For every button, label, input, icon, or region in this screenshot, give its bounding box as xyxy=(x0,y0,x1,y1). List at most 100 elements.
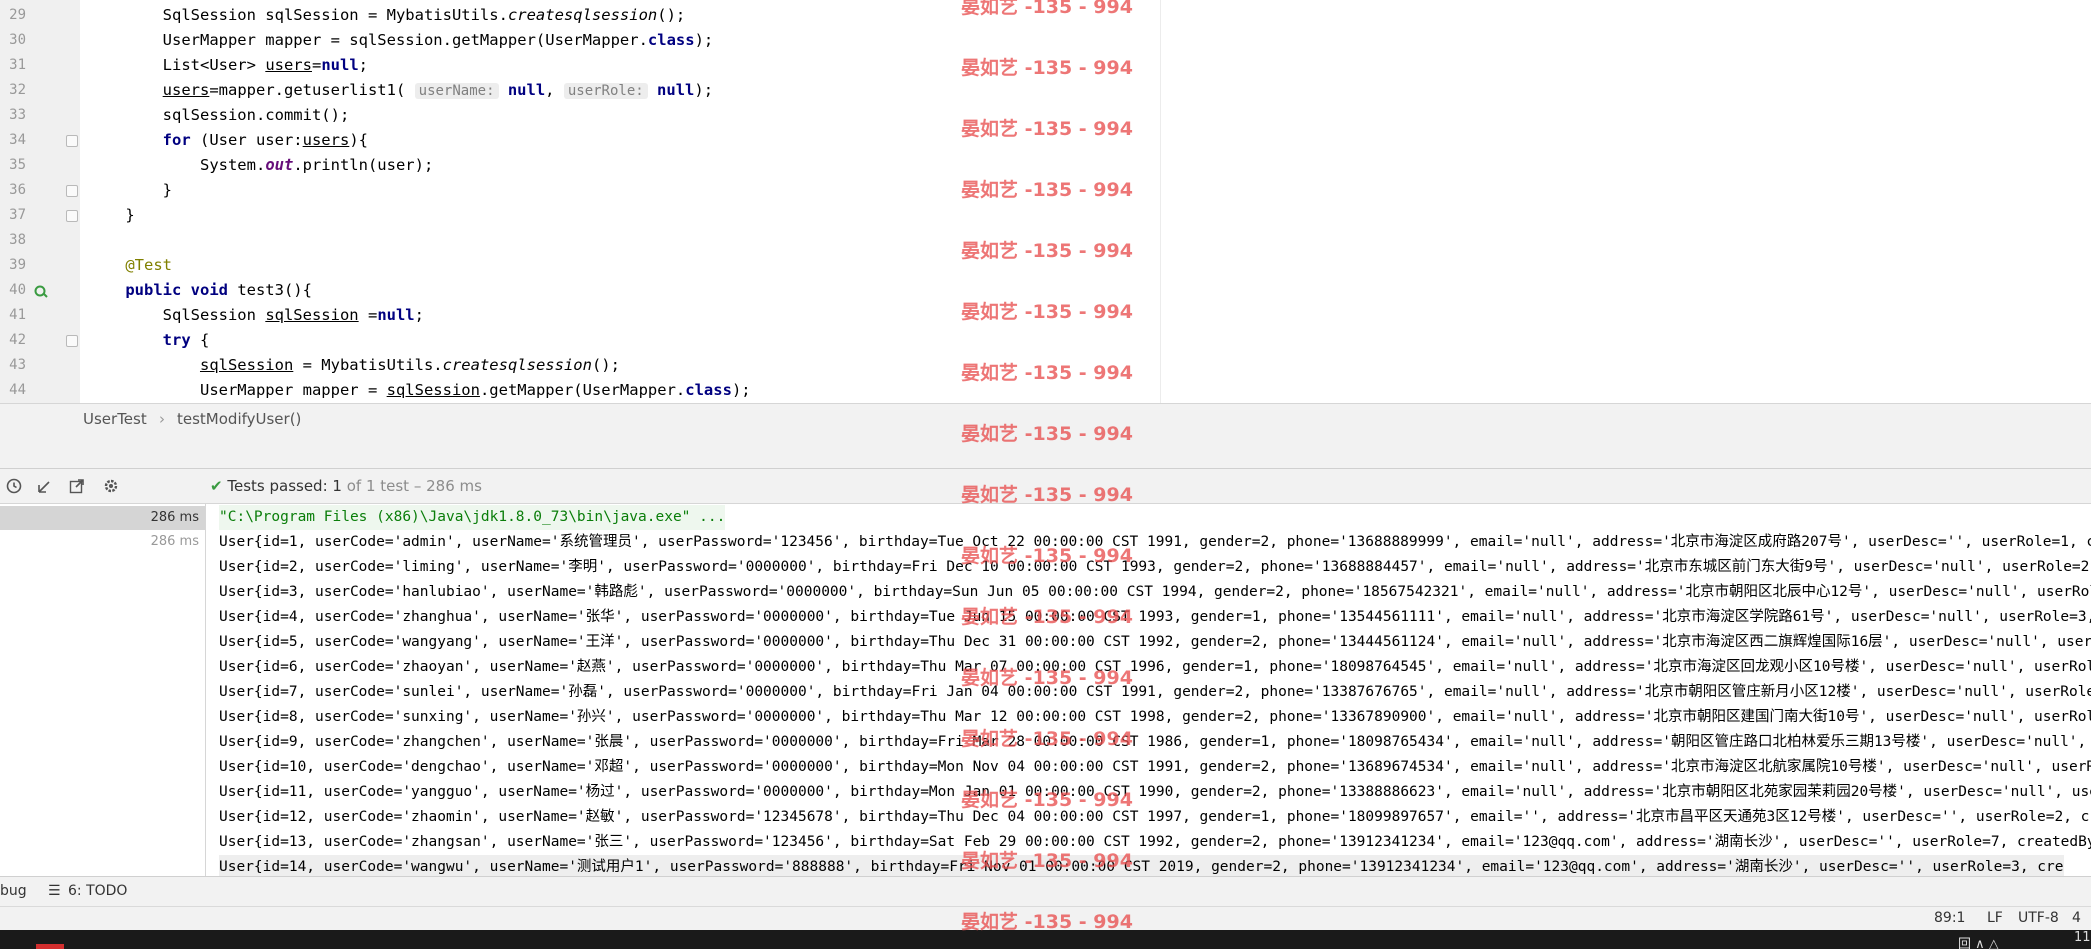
tray-icons[interactable]: 回 ∧ △ xyxy=(1958,933,1999,952)
run-test-icon[interactable] xyxy=(34,283,48,298)
test-tree-root[interactable]: 286 ms xyxy=(0,506,205,530)
fold-marker-icon[interactable] xyxy=(66,135,78,147)
check-icon: ✔ xyxy=(210,477,223,495)
export-icon[interactable] xyxy=(68,477,86,495)
console-output-line: User{id=11, userCode='yangguo', userName… xyxy=(219,784,2091,800)
line-number: 33 xyxy=(9,107,26,123)
code-line[interactable]: List<User> users=null; xyxy=(88,53,368,78)
line-number: 34 xyxy=(9,132,26,148)
code-token: createsqlsession xyxy=(507,6,658,24)
code-token: null xyxy=(377,306,415,324)
console-output-line: User{id=7, userCode='sunlei', userName='… xyxy=(219,684,2091,700)
console-output-line: User{id=9, userCode='zhangchen', userNam… xyxy=(219,734,2091,750)
line-number: 42 xyxy=(9,332,26,348)
code-line[interactable]: System.out.println(user); xyxy=(88,153,433,178)
line-number: 43 xyxy=(9,357,26,373)
code-token: out xyxy=(265,156,294,174)
editor-gutter[interactable]: 29 30 31 32 33 34 35 36 37 38 39 40 41 42 43 44 xyxy=(0,0,81,403)
code-token: System. xyxy=(199,156,266,174)
code-token: ){ xyxy=(349,131,368,149)
code-token: , xyxy=(545,81,564,99)
console-output-line: User{id=4, userCode='zhanghua', userName… xyxy=(219,609,2091,625)
status-bar: 89:1 LF UTF-8 4 s xyxy=(0,906,2091,942)
code-token: ); xyxy=(694,81,714,99)
console-output-line: User{id=12, userCode='zhaomin', userName… xyxy=(219,809,2091,825)
code-token: test3(){ xyxy=(227,281,312,299)
todo-tool-button[interactable]: 6: TODO xyxy=(68,883,127,899)
code-token: createsqlsession xyxy=(442,356,592,374)
sort-icon[interactable] xyxy=(36,477,54,495)
code-token: SqlSession sqlSession = MybatisUtils. xyxy=(162,6,508,24)
code-token: try xyxy=(162,331,191,349)
fold-marker-icon[interactable] xyxy=(66,210,78,222)
code-token: @Test xyxy=(125,256,172,274)
code-line[interactable]: UserMapper mapper = sqlSession.getMapper… xyxy=(88,28,714,53)
line-number: 36 xyxy=(9,182,26,198)
console-output-line: User{id=6, userCode='zhaoyan', userName=… xyxy=(219,659,2091,675)
code-token: sqlSession xyxy=(386,381,480,399)
code-line[interactable]: sqlSession.commit(); xyxy=(88,103,350,128)
breadcrumb-class[interactable]: UserTest xyxy=(83,410,147,428)
code-token: UserMapper mapper = sqlSession.getMapper… xyxy=(162,31,648,49)
code-token: .println(user); xyxy=(293,156,434,174)
code-line[interactable]: public void test3(){ xyxy=(88,278,312,303)
taskbar-clock: 11 xyxy=(2074,930,2091,945)
code-token: ; xyxy=(358,56,368,74)
settings-icon[interactable] xyxy=(102,477,120,495)
console-output-line: User{id=14, userCode='wangwu', userName=… xyxy=(219,855,2064,876)
code-token: =mapper.getuserlist1( xyxy=(209,81,415,99)
code-token: users xyxy=(265,56,312,74)
fold-marker-icon[interactable] xyxy=(66,335,78,347)
code-token: sqlSession xyxy=(199,356,294,374)
test-tree-item[interactable]: 286 ms xyxy=(0,530,205,554)
code-editor[interactable]: 29 30 31 32 33 34 35 36 37 38 39 40 41 42 43 44 SqlSess… xyxy=(0,0,2091,403)
tests-passed-status: ✔ Tests passed: 1 of 1 test – 286 ms xyxy=(210,477,482,495)
todo-icon: ☰ xyxy=(48,883,61,899)
clock-icon[interactable] xyxy=(5,477,23,495)
code-token: ); xyxy=(694,31,714,49)
code-token: null xyxy=(507,81,546,99)
code-token: class xyxy=(685,381,732,399)
console-output-line: User{id=13, userCode='zhangsan', userNam… xyxy=(219,834,2091,850)
line-number: 44 xyxy=(9,382,26,398)
code-token: UserMapper mapper = xyxy=(199,381,387,399)
breadcrumb-method[interactable]: testModifyUser() xyxy=(177,410,301,428)
console-output[interactable]: "C:\Program Files (x86)\Java\jdk1.8.0_73… xyxy=(206,504,2091,876)
caret-position[interactable]: 89:1 xyxy=(1934,910,1965,926)
line-separator[interactable]: LF xyxy=(1987,910,2003,926)
code-line[interactable]: try { xyxy=(88,328,210,353)
test-results-tree[interactable]: 286 ms 286 ms xyxy=(0,504,206,876)
file-encoding[interactable]: UTF-8 xyxy=(2018,910,2059,926)
code-area[interactable]: SqlSession sqlSession = MybatisUtils.cre… xyxy=(80,0,1160,403)
tool-window-bar: bug ☰ 6: TODO xyxy=(0,876,2091,907)
line-number: 29 xyxy=(9,7,26,23)
code-line[interactable]: users=mapper.getuserlist1( userName: nul… xyxy=(88,78,713,103)
code-token: (); xyxy=(591,356,620,374)
fold-marker-icon[interactable] xyxy=(66,185,78,197)
parameter-hint: userName: xyxy=(414,83,499,99)
tests-passed-count: 1 xyxy=(332,477,342,495)
code-line[interactable]: } xyxy=(88,203,134,228)
test-duration: 286 ms xyxy=(150,534,199,549)
code-token: users xyxy=(162,81,210,99)
code-token: ; xyxy=(414,306,424,324)
code-line[interactable]: SqlSession sqlSession =null; xyxy=(88,303,424,328)
code-line[interactable]: UserMapper mapper = sqlSession.getMapper… xyxy=(88,378,751,403)
code-line[interactable]: sqlSession = MybatisUtils.createsqlsessi… xyxy=(88,353,620,378)
debug-tool-button[interactable]: bug xyxy=(0,883,27,899)
breadcrumb-separator: › xyxy=(159,410,165,428)
taskbar-app-icon[interactable] xyxy=(36,944,64,949)
panel-splitter[interactable] xyxy=(0,435,2091,469)
code-line[interactable]: } xyxy=(88,178,172,203)
code-line[interactable]: @Test xyxy=(88,253,172,278)
console-output-line: User{id=2, userCode='liming', userName='… xyxy=(219,559,2091,575)
code-line[interactable]: for (User user:users){ xyxy=(88,128,368,153)
code-token: null xyxy=(657,81,695,99)
line-number: 30 xyxy=(9,32,26,48)
tests-passed-detail: of 1 test – 286 ms xyxy=(341,477,482,495)
console-command-line: "C:\Program Files (x86)\Java\jdk1.8.0_73… xyxy=(219,505,726,530)
console-output-line: User{id=10, userCode='dengchao', userNam… xyxy=(219,759,2091,775)
code-token: public void xyxy=(125,281,228,299)
code-line[interactable]: SqlSession sqlSession = MybatisUtils.cre… xyxy=(88,3,686,28)
